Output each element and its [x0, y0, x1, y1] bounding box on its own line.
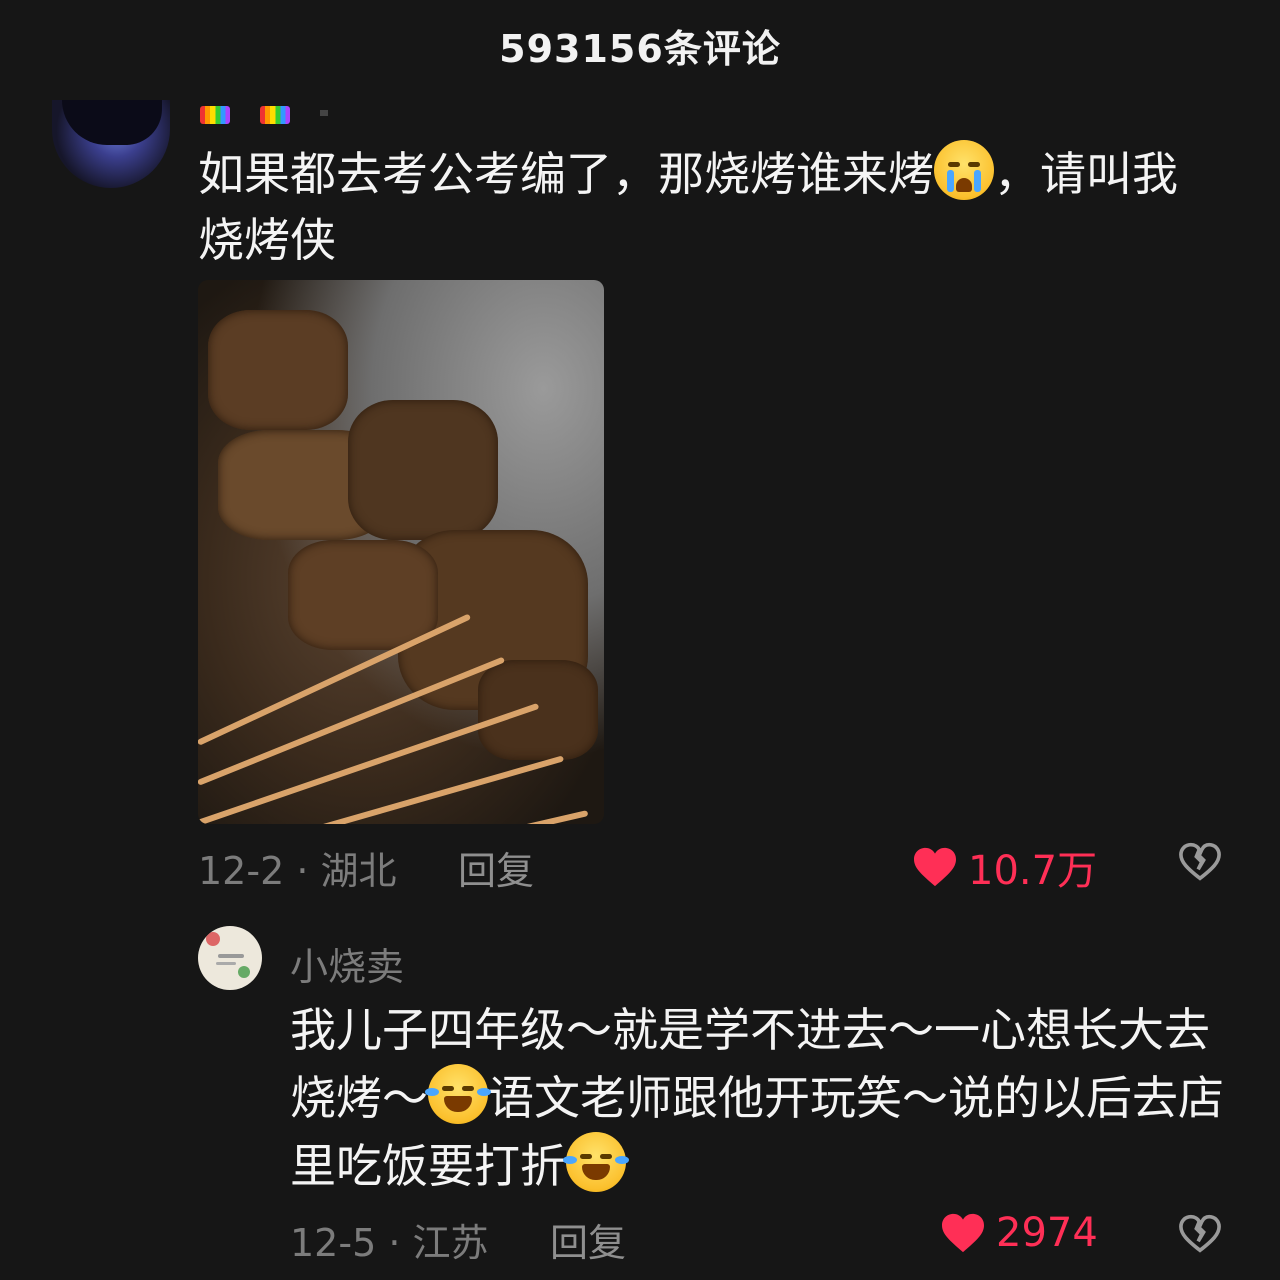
rolling-laughing-face-icon — [425, 1064, 491, 1124]
loudly-crying-face-icon — [934, 140, 994, 200]
username-fragment — [320, 110, 328, 116]
like-count: 10.7万 — [968, 848, 1098, 894]
heart-filled-icon — [914, 847, 956, 887]
rainbow-badge-icon — [200, 106, 230, 124]
rainbow-badge-icon — [260, 106, 290, 124]
commenter-avatar[interactable] — [52, 100, 170, 188]
comment-text-part: 如果都去考公考编了，那烧烤谁来烤 — [198, 147, 934, 201]
comments-count-title: 593156条评论 — [499, 26, 781, 71]
comment-text: 如果都去考公考编了，那烧烤谁来烤 ，请叫我烧烤侠 — [198, 140, 1218, 273]
reply-date-location: 12-5 · 江苏 — [290, 1221, 489, 1265]
like-button[interactable]: 2974 — [940, 1210, 1098, 1256]
dislike-broken-heart-icon[interactable] — [1178, 1214, 1222, 1254]
reply-button[interactable]: 回复 — [458, 840, 534, 895]
user-badges — [200, 106, 328, 124]
rolling-laughing-face-icon — [563, 1132, 629, 1192]
dislike-broken-heart-icon[interactable] — [1178, 842, 1222, 882]
comment-photo-bbq-skewers[interactable] — [198, 280, 604, 824]
reply-button[interactable]: 回复 — [550, 1212, 626, 1267]
heart-filled-icon — [942, 1213, 984, 1253]
like-count: 2974 — [996, 1210, 1098, 1256]
reply-commenter-avatar[interactable] — [198, 926, 262, 990]
comment-date-location: 12-2 · 湖北 — [198, 849, 397, 893]
reply-username[interactable]: 小烧卖 — [290, 936, 404, 991]
like-button[interactable]: 10.7万 — [912, 838, 1097, 896]
reply-comment-text: 我儿子四年级～就是学不进去～一心想长大去烧烤～ 语文老师跟他开玩笑～说的以后去店里… — [290, 996, 1250, 1200]
